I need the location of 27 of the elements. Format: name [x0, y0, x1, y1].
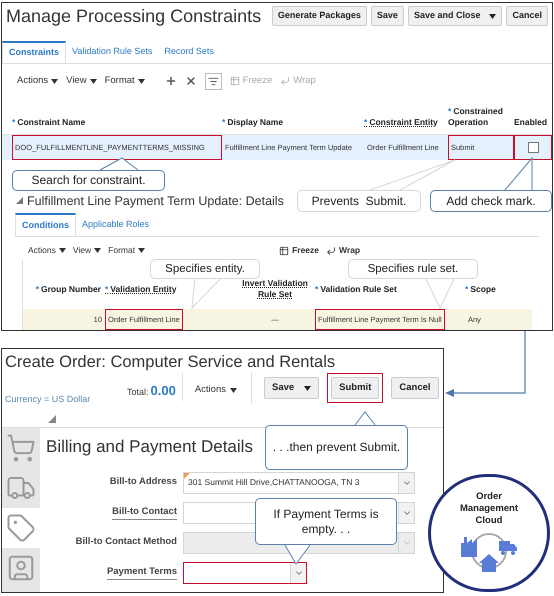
column-header: Enabled [514, 117, 548, 128]
column-header: * Constraint Name [12, 117, 86, 128]
field-label: Bill-to Contact [112, 504, 177, 520]
section-title: Billing and Payment Details [46, 436, 253, 458]
column-header: * Validation Rule Set [315, 284, 398, 295]
field-value: 301 Summit Hill Drive,CHATTANOOGA, TN 3 [187, 476, 360, 489]
column-header: Invert Validation Rule Set [241, 278, 309, 300]
callout: Prevents Submit. [297, 190, 421, 212]
logo-text: Order [476, 491, 502, 503]
field-label: Bill-to Contact Method [76, 535, 177, 550]
column-header: * Constrained Operation [448, 106, 504, 128]
logo-text: Cloud [476, 515, 502, 527]
order-title: Create Order: Computer Service and Rentals [4, 352, 336, 373]
field-label: Bill-to Address [110, 475, 177, 490]
page-title: Manage Processing Constraints [6, 4, 262, 28]
callout: . . .then prevent Submit. [265, 425, 408, 470]
logo-text: Management [460, 503, 518, 515]
field-label: Payment Terms [106, 564, 177, 580]
column-header: * Validation Entity [105, 284, 178, 295]
column-header: * Group Number [34, 284, 102, 295]
currency-text: Currency = US Dollar [4, 393, 92, 406]
column-header: * Constraint Entity [364, 117, 439, 128]
details-title: Fulfillment Line Payment Term Update: Details [27, 192, 284, 210]
total-amount: 0.00 [150, 382, 176, 400]
column-header: * Display Name [222, 117, 284, 128]
total-label: Total: [127, 386, 149, 399]
column-header: * Scope [465, 284, 497, 295]
